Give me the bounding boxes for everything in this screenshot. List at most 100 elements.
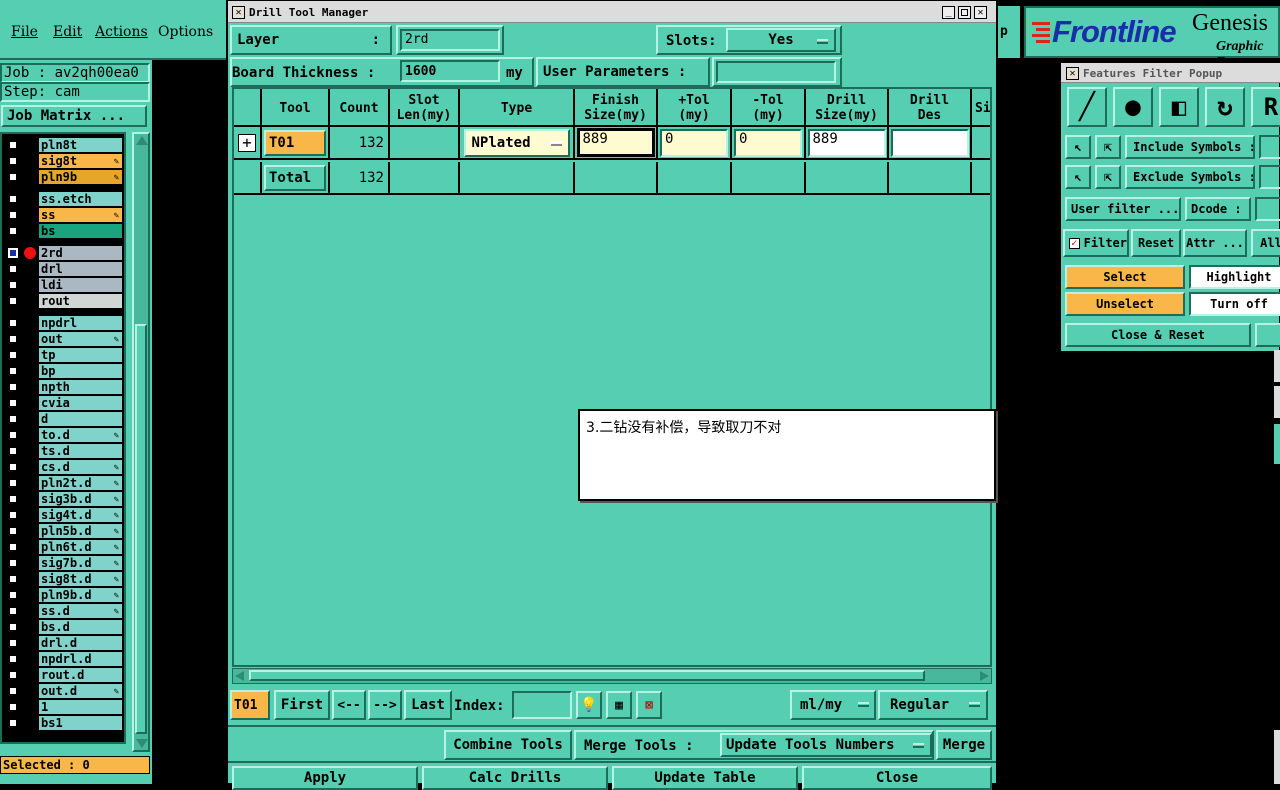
layer-name[interactable]: npth [39,380,122,394]
layer-checkbox[interactable] [8,280,18,290]
layer-row[interactable]: out ✎ [6,332,122,346]
layer-checkbox[interactable] [8,398,18,408]
layer-row[interactable]: ss.d ✎ [6,604,122,618]
menu-options[interactable]: Options [158,24,213,40]
job-matrix-button[interactable]: Job Matrix ... [1,105,147,127]
table-row[interactable]: + T01 132 NPlated 889 0 0 889 [234,127,990,162]
filter-icon[interactable]: ▦ [606,691,632,719]
scroll-right-icon[interactable] [980,671,989,681]
scroll-left-icon[interactable] [235,671,244,681]
layer-name[interactable]: sig7b.d ✎ [39,556,122,570]
layer-name[interactable]: cvia [39,396,122,410]
layer-name[interactable]: pln9b ✎ [39,170,122,184]
reset-button[interactable]: Reset [1131,229,1181,257]
layer-checkbox[interactable] [8,574,18,584]
window-menu-icon[interactable]: ✕ [232,6,245,19]
layer-row[interactable]: 1 [6,700,122,714]
user-parameters-label[interactable]: User Parameters : [536,57,710,87]
surface-icon[interactable]: ◧ [1159,87,1199,127]
layer-name[interactable]: tp [39,348,122,362]
filter-toggle[interactable]: ✓ Filter [1063,229,1129,257]
layer-field[interactable]: 2rd [400,29,500,51]
layer-checkbox[interactable] [8,462,18,472]
layer-name[interactable]: rout.d [39,668,122,682]
drill-size-field[interactable]: 889 [807,128,886,157]
layer-checkbox[interactable] [8,478,18,488]
update-numbers-dropdown[interactable]: Update Tools Numbers [720,733,932,757]
layer-row[interactable]: bp [6,364,122,378]
layer-name[interactable]: pln5b.d ✎ [39,524,122,538]
exclude-arrow-icon-2[interactable]: ⇱ [1095,165,1121,189]
finish-size-field[interactable]: 889 [576,128,655,157]
tool-button[interactable]: T01 [264,129,326,156]
layer-name[interactable]: pln6t.d ✎ [39,540,122,554]
finish-size-cell[interactable]: 889 [575,127,658,160]
layer-row[interactable]: ss ✎ [6,208,122,222]
layer-name[interactable]: cs.d ✎ [39,460,122,474]
layer-row[interactable]: 2rd [6,246,122,260]
layer-checkbox[interactable] [8,210,18,220]
layer-checkbox[interactable] [8,382,18,392]
ffp-extra-button[interactable] [1255,323,1280,347]
layer-checkbox[interactable] [8,414,18,424]
user-filter-button[interactable]: User filter ... [1065,197,1181,221]
menu-file[interactable]: File [11,24,38,40]
drill-size-cell[interactable]: 889 [806,127,889,160]
layer-row[interactable]: npth [6,380,122,394]
layer-row[interactable]: bs [6,224,122,238]
layer-name[interactable]: ss ✎ [39,208,122,222]
layer-row[interactable]: pln9b.d ✎ [6,588,122,602]
layer-row[interactable]: npdrl.d [6,652,122,666]
layer-checkbox[interactable] [8,140,18,150]
layer-checkbox[interactable] [8,542,18,552]
turn-off-button[interactable]: Turn off [1189,292,1280,316]
menu-actions[interactable]: Actions [95,24,148,40]
layer-name[interactable]: drl.d [39,636,122,650]
layer-row[interactable]: out.d ✎ [6,684,122,698]
highlight-button[interactable]: Highlight [1189,265,1280,289]
layer-row[interactable]: drl [6,262,122,276]
layer-row[interactable]: sig3b.d ✎ [6,492,122,506]
layer-name[interactable]: npdrl.d [39,652,122,666]
layer-name[interactable]: out.d ✎ [39,684,122,698]
layer-checkbox[interactable] [8,558,18,568]
type-cell[interactable]: NPlated [460,127,575,160]
board-thickness-field[interactable]: 1600 [400,60,500,82]
index-field[interactable] [512,691,572,719]
layer-row[interactable]: ss.etch [6,192,122,206]
layer-name[interactable]: pln2t.d ✎ [39,476,122,490]
drill-des-field[interactable] [890,128,969,157]
unselect-button[interactable]: Unselect [1065,292,1185,316]
layer-name[interactable]: pln8t [39,138,122,152]
layer-checkbox[interactable] [8,264,18,274]
include-symbols-label[interactable]: Include Symbols : [1125,135,1255,159]
layer-row[interactable]: sig8t.d ✎ [6,572,122,586]
layer-name[interactable]: bp [39,364,122,378]
layer-name[interactable]: ldi [39,278,122,292]
slots-dropdown[interactable]: Yes [726,28,836,52]
dcode-field[interactable] [1255,197,1280,221]
layer-name[interactable]: sig4t.d ✎ [39,508,122,522]
scroll-down-icon[interactable] [136,739,148,748]
filter-check-icon[interactable]: ✓ [1069,237,1080,249]
table-hscrollbar[interactable] [232,668,992,684]
layer-name[interactable]: bs.d [39,620,122,634]
layer-row[interactable]: drl.d [6,636,122,650]
layer-row[interactable]: cvia [6,396,122,410]
merge-button[interactable]: Merge [936,730,992,760]
layer-row[interactable]: pln6t.d ✎ [6,540,122,554]
layer-checkbox[interactable] [8,156,18,166]
layer-checkbox[interactable] [8,430,18,440]
type-dropdown[interactable]: NPlated [463,128,570,157]
layer-checkbox[interactable] [8,702,18,712]
layer-row[interactable]: pln5b.d ✎ [6,524,122,538]
layer-name[interactable]: out ✎ [39,332,122,346]
dtm-titlebar[interactable]: ✕ Drill Tool Manager _ ✕ [228,1,996,23]
next-button[interactable]: --> [368,690,402,720]
layer-name[interactable]: ts.d [39,444,122,458]
close-icon[interactable]: ✕ [974,6,987,19]
layer-scrollbar[interactable] [132,132,150,752]
all-button[interactable]: All [1251,229,1280,257]
layer-checkbox[interactable] [8,318,18,328]
close-reset-button[interactable]: Close & Reset [1065,323,1251,347]
